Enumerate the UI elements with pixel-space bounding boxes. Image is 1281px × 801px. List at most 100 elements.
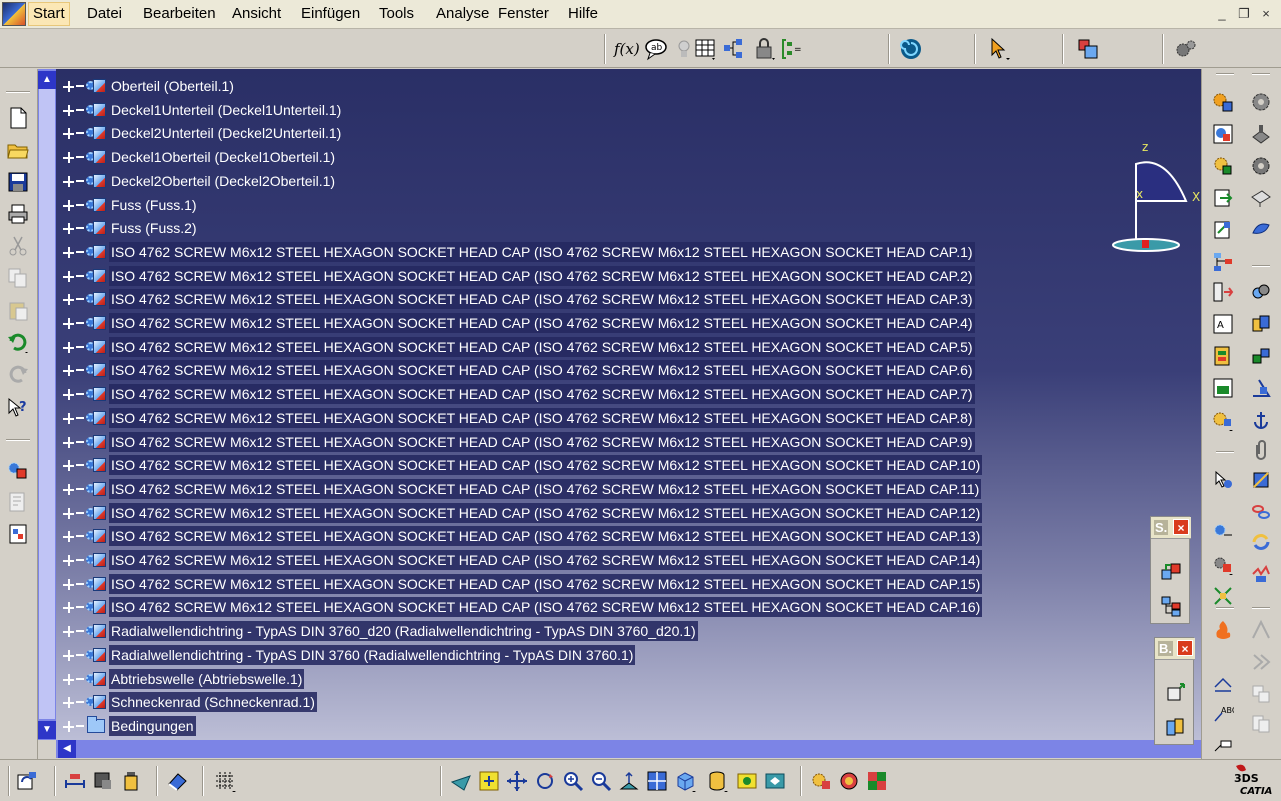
part-instance-icon[interactable] [85, 621, 107, 641]
light-bulb-icon[interactable] [672, 37, 696, 61]
expand-plus-icon[interactable] [62, 364, 75, 377]
contact-icon[interactable] [1250, 313, 1272, 335]
tree-node-label[interactable]: ISO 4762 SCREW M6x12 STEEL HEXAGON SOCKE… [109, 384, 975, 404]
menu-hilfe[interactable]: Hilfe [566, 4, 600, 24]
coincidence-icon[interactable] [1250, 281, 1272, 303]
part-instance-icon[interactable] [85, 337, 107, 357]
product-gear-icon[interactable] [7, 459, 29, 481]
new-file-icon[interactable] [7, 107, 29, 129]
tree-node-label[interactable]: Deckel1Oberteil (Deckel1Oberteil.1) [109, 147, 337, 167]
part-instance-icon[interactable] [85, 289, 107, 309]
anchor-icon[interactable] [1250, 409, 1272, 431]
expand-plus-icon[interactable] [62, 412, 75, 425]
stamp-icon[interactable] [1250, 123, 1272, 145]
move-component-icon[interactable] [1164, 682, 1186, 704]
assembly-icon[interactable] [1076, 37, 1100, 61]
tree-node-label[interactable]: ISO 4762 SCREW M6x12 STEEL HEXAGON SOCKE… [109, 337, 975, 357]
tree-node-label[interactable]: ISO 4762 SCREW M6x12 STEEL HEXAGON SOCKE… [109, 597, 983, 617]
tree-node[interactable]: ISO 4762 SCREW M6x12 STEEL HEXAGON SOCKE… [62, 431, 975, 453]
document-link-icon[interactable] [1250, 713, 1272, 735]
tree-node[interactable]: ISO 4762 SCREW M6x12 STEEL HEXAGON SOCKE… [62, 478, 982, 500]
formula-icon[interactable]: f(x) [614, 37, 640, 61]
tree-node-label[interactable]: ISO 4762 SCREW M6x12 STEEL HEXAGON SOCKE… [109, 574, 983, 594]
part-instance-icon[interactable] [85, 242, 107, 262]
new-product-icon[interactable] [1212, 123, 1234, 145]
snap-icon[interactable] [1164, 716, 1186, 738]
scroll-thumb[interactable] [39, 89, 55, 719]
angle-icon[interactable] [1250, 377, 1272, 399]
print-icon[interactable] [7, 203, 29, 225]
expand-plus-icon[interactable] [62, 127, 75, 140]
close-icon[interactable]: × [1173, 519, 1189, 535]
tree-node[interactable]: Fuss (Fuss.2) [62, 217, 199, 239]
floating-toolbar-b[interactable]: B. × [1154, 637, 1195, 745]
part-instance-icon[interactable] [85, 645, 107, 665]
swap-space-icon[interactable] [764, 770, 786, 792]
tree-node-label[interactable]: Bedingungen [109, 716, 196, 736]
gears-icon[interactable] [1174, 37, 1198, 61]
hide-show-icon[interactable] [736, 770, 758, 792]
part-instance-icon[interactable] [85, 669, 107, 689]
expand-plus-icon[interactable] [62, 293, 75, 306]
select-pointer-icon[interactable] [988, 37, 1012, 61]
undo-icon[interactable] [7, 331, 29, 353]
knowledge-tree-icon[interactable] [722, 37, 746, 61]
tree-node[interactable]: ISO 4762 SCREW M6x12 STEEL HEXAGON SOCKE… [62, 312, 975, 334]
expand-plus-icon[interactable] [62, 341, 75, 354]
part-instance-icon[interactable] [85, 100, 107, 120]
shading-icon[interactable] [706, 770, 728, 792]
tree-node-label[interactable]: Deckel1Unterteil (Deckel1Unterteil.1) [109, 100, 343, 120]
expand-plus-icon[interactable] [62, 80, 75, 93]
cog-icon[interactable] [1250, 91, 1272, 113]
tree-node-label[interactable]: ISO 4762 SCREW M6x12 STEEL HEXAGON SOCKE… [109, 408, 975, 428]
tree-node-label[interactable]: Fuss (Fuss.1) [109, 195, 199, 215]
tree-node-label[interactable]: ISO 4762 SCREW M6x12 STEEL HEXAGON SOCKE… [109, 503, 983, 523]
expand-plus-icon[interactable] [62, 673, 75, 686]
graph-tree-icon[interactable] [1212, 251, 1234, 273]
normal-view-icon[interactable] [618, 770, 640, 792]
zoom-in-icon[interactable] [562, 770, 584, 792]
constraints-folder-icon[interactable] [85, 716, 107, 736]
measure-between-icon[interactable] [64, 770, 86, 792]
menu-bearbeiten[interactable]: Bearbeiten [141, 4, 218, 24]
tree-node[interactable]: Deckel1Unterteil (Deckel1Unterteil.1) [62, 99, 343, 121]
expand-plus-icon[interactable] [62, 601, 75, 614]
fit-all-icon[interactable] [478, 770, 500, 792]
expand-plus-icon[interactable] [62, 459, 75, 472]
tree-node-label[interactable]: Oberteil (Oberteil.1) [109, 76, 236, 96]
shape-icon[interactable] [1250, 219, 1272, 241]
part-instance-icon[interactable] [85, 597, 107, 617]
scroll-up-arrow-icon[interactable]: ▲ [38, 71, 56, 89]
tree-node-label[interactable]: ISO 4762 SCREW M6x12 STEEL HEXAGON SOCKE… [109, 266, 975, 286]
bill-of-material-icon[interactable] [1212, 345, 1234, 367]
replace-component-icon[interactable] [1212, 219, 1234, 241]
part-instance-icon[interactable] [85, 76, 107, 96]
menu-datei[interactable]: Datei [85, 4, 124, 24]
part-instance-icon[interactable] [85, 479, 107, 499]
compass-icon[interactable]: z x X [1106, 139, 1201, 259]
expand-plus-icon[interactable] [62, 246, 75, 259]
expand-plus-icon[interactable] [62, 554, 75, 567]
dimension-icon[interactable] [1212, 673, 1234, 695]
eraser-icon[interactable] [166, 770, 188, 792]
tree-node[interactable]: ISO 4762 SCREW M6x12 STEEL HEXAGON SOCKE… [62, 288, 975, 310]
expand-plus-icon[interactable] [62, 222, 75, 235]
copy-icon[interactable] [7, 267, 29, 289]
tree-node-label[interactable]: Abtriebswelle (Abtriebswelle.1) [109, 669, 305, 689]
tree-node[interactable]: Radialwellendichtring - TypAS DIN 3760_d… [62, 620, 698, 642]
tree-node[interactable]: Deckel2Unterteil (Deckel2Unterteil.1) [62, 122, 343, 144]
tree-node-label[interactable]: Deckel2Oberteil (Deckel2Oberteil.1) [109, 171, 337, 191]
expand-plus-icon[interactable] [62, 720, 75, 733]
minimize-button[interactable]: _ [1213, 6, 1231, 22]
tree-node-label[interactable]: ISO 4762 SCREW M6x12 STEEL HEXAGON SOCKE… [109, 360, 975, 380]
restore-button[interactable]: ❐ [1235, 6, 1253, 22]
table-icon[interactable] [694, 37, 718, 61]
clash-icon[interactable] [1250, 563, 1272, 585]
tree-node-label[interactable]: Deckel2Unterteil (Deckel2Unterteil.1) [109, 123, 343, 143]
tree-node[interactable]: ISO 4762 SCREW M6x12 STEEL HEXAGON SOCKE… [62, 336, 975, 358]
menu-ansicht[interactable]: Ansicht [230, 4, 283, 24]
tree-node[interactable]: ISO 4762 SCREW M6x12 STEEL HEXAGON SOCKE… [62, 549, 983, 571]
help-pointer-icon[interactable]: ? [7, 397, 29, 419]
expand-plus-icon[interactable] [62, 199, 75, 212]
new-part-icon[interactable] [1212, 155, 1234, 177]
